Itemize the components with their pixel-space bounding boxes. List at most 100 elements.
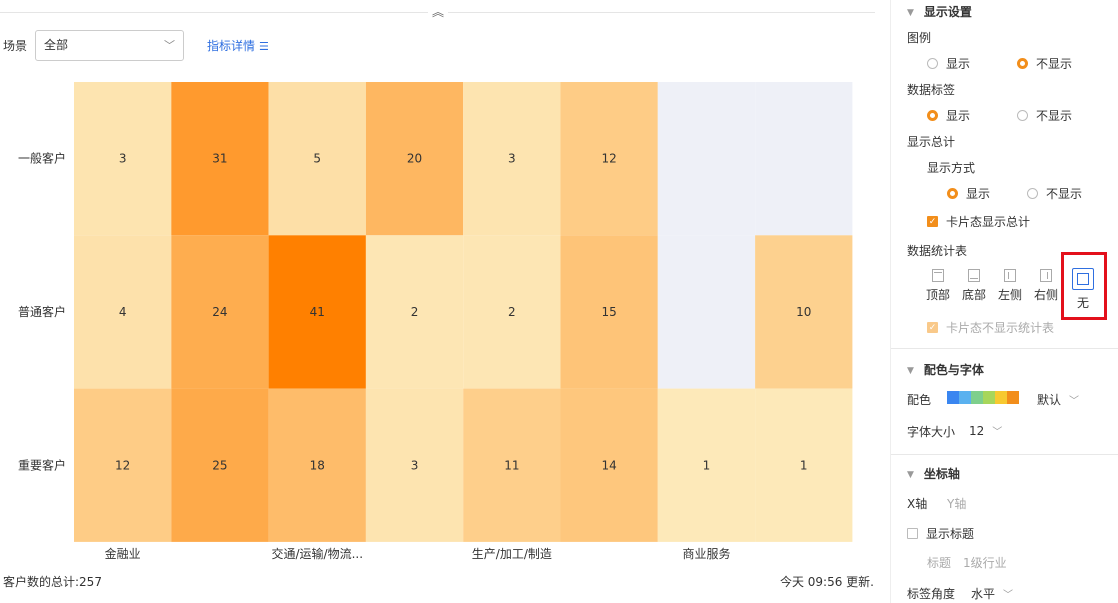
legend-hide-radio[interactable]: 不显示 — [1017, 55, 1072, 72]
section-divider — [891, 348, 1118, 349]
table-right-icon — [1040, 269, 1052, 282]
data-label-label: 数据标签 — [907, 83, 956, 97]
axis-title-label: 标题 — [927, 556, 952, 570]
stats-table-label: 数据统计表 — [907, 244, 968, 258]
radio-label: 不显示 — [1036, 109, 1073, 123]
mode-hide-radio[interactable]: 不显示 — [1027, 185, 1082, 202]
cell-value-label: 25 — [212, 458, 227, 472]
chevron-down-icon: ﹀ — [992, 427, 1003, 438]
legend-show-radio[interactable]: 显示 — [927, 55, 970, 72]
mode-show-radio[interactable]: 显示 — [947, 185, 990, 202]
option-label: 底部 — [961, 288, 986, 302]
palette-swatch — [959, 391, 971, 404]
palette-swatch — [947, 391, 959, 404]
cell-value-label: 10 — [796, 305, 811, 319]
cell-value-label: 2 — [411, 305, 419, 319]
cell-value-label: 3 — [411, 458, 419, 472]
table-left-icon — [1004, 269, 1016, 282]
data-label-hide-radio[interactable]: 不显示 — [1017, 107, 1072, 124]
palette-name-select[interactable]: 默认 ﹀ — [1037, 391, 1079, 408]
palette-swatch — [971, 391, 983, 404]
section-title: 配色与字体 — [923, 363, 984, 377]
color-palette-select[interactable] — [947, 391, 1019, 404]
table-left-option[interactable]: 左侧 — [997, 269, 1023, 303]
cell-value-label: 3 — [508, 152, 516, 166]
chevron-down-icon: ﹀ — [1069, 396, 1080, 407]
axis-title-value[interactable]: 1级行业 — [963, 554, 1007, 571]
cell-value-label: 31 — [212, 152, 227, 166]
cell-value-label: 1 — [703, 458, 711, 472]
heatmap-cell[interactable] — [755, 82, 853, 236]
display-mode-label: 显示方式 — [927, 161, 976, 175]
font-size-value: 12 — [969, 424, 985, 438]
cell-value-label: 15 — [602, 305, 617, 319]
table-bottom-icon — [968, 269, 980, 282]
legend-label: 图例 — [907, 31, 932, 45]
show-total-label: 显示总计 — [907, 135, 956, 149]
option-label: 左侧 — [997, 288, 1022, 302]
heatmap-chart: 3 31 5 20 3 124 24 41 2 2 15 1012 25 18 3 11 14 1 1一般客户普通客… — [18, 82, 853, 561]
card-total-checkbox[interactable]: ✓ 卡片态显示总计 — [927, 213, 1030, 230]
table-bottom-option[interactable]: 底部 — [961, 269, 987, 303]
cell-value-label: 11 — [504, 458, 519, 472]
heatmap-cell[interactable] — [657, 235, 756, 389]
radio-selected-icon — [1017, 58, 1028, 69]
option-label: 顶部 — [925, 288, 950, 302]
cell-value-label: 5 — [313, 152, 321, 166]
cell-value-label: 18 — [310, 458, 325, 472]
option-label: 右侧 — [1033, 288, 1058, 302]
radio-icon — [1017, 110, 1028, 121]
label-angle-select[interactable]: 水平 ﹀ — [971, 585, 1013, 602]
cell-value-label: 4 — [119, 305, 127, 319]
checkbox-label: 显示标题 — [926, 527, 975, 541]
update-time: 今天 09:56 更新. — [779, 575, 874, 589]
show-title-checkbox[interactable]: 显示标题 — [907, 525, 974, 542]
radio-icon — [1027, 188, 1038, 199]
cell-value-label: 3 — [119, 152, 127, 166]
x-axis-tab[interactable]: X轴 — [907, 495, 927, 512]
heatmap-cell[interactable] — [657, 82, 756, 236]
font-size-select[interactable]: 12 ﹀ — [969, 423, 1002, 438]
color-label: 配色 — [907, 393, 932, 407]
cell-value-label: 41 — [310, 305, 325, 319]
checkbox-label: 卡片态不显示统计表 — [946, 321, 1055, 335]
cell-value-label: 1 — [800, 458, 808, 472]
y-axis-tick-label: 重要客户 — [18, 457, 66, 472]
radio-icon — [927, 58, 938, 69]
cell-value-label: 12 — [115, 458, 130, 472]
option-label: 无 — [1077, 296, 1090, 310]
table-none-option[interactable] — [1072, 268, 1094, 290]
section-title: 坐标轴 — [923, 467, 960, 481]
cell-value-label: 2 — [508, 305, 516, 319]
radio-selected-icon — [947, 188, 958, 199]
cell-value-label: 12 — [602, 152, 617, 166]
table-top-icon — [932, 269, 944, 282]
font-size-label: 字体大小 — [907, 425, 956, 439]
y-axis-tick-label: 普通客户 — [18, 304, 66, 319]
collapse-triangle-icon: ▼ — [907, 8, 914, 18]
table-top-option[interactable]: 顶部 — [925, 269, 951, 303]
y-axis-tick-label: 一般客户 — [18, 151, 66, 166]
radio-label: 显示 — [966, 187, 991, 201]
table-right-option[interactable]: 右侧 — [1033, 269, 1059, 303]
section-axis[interactable]: ▼ 坐标轴 — [907, 465, 960, 482]
checkbox-icon — [907, 528, 918, 539]
collapse-triangle-icon: ▼ — [907, 470, 914, 480]
palette-swatch — [983, 391, 995, 404]
checkbox-label: 卡片态显示总计 — [946, 215, 1031, 229]
x-axis-tick-label: 生产/加工/制造 — [472, 547, 552, 561]
radio-label: 不显示 — [1046, 187, 1083, 201]
x-axis-tick-label: 交通/运输/物流... — [271, 546, 363, 561]
settings-panel: ▼ 显示设置 图例 显示 不显示 数据标签 显示 不显示 显示总计 显示方式 显示… — [891, 0, 1118, 603]
y-axis-tab[interactable]: Y轴 — [947, 495, 966, 512]
radio-selected-icon — [927, 110, 938, 121]
data-label-show-radio[interactable]: 显示 — [927, 107, 970, 124]
palette-swatch — [995, 391, 1007, 404]
card-no-table-checkbox[interactable]: ✓ 卡片态不显示统计表 — [927, 319, 1054, 336]
section-color-font[interactable]: ▼ 配色与字体 — [907, 361, 984, 378]
radio-label: 显示 — [946, 57, 971, 71]
table-none-icon — [1077, 273, 1089, 285]
label-angle-value: 水平 — [971, 587, 996, 601]
cell-value-label: 20 — [407, 152, 422, 166]
section-display-settings[interactable]: ▼ 显示设置 — [907, 3, 972, 20]
